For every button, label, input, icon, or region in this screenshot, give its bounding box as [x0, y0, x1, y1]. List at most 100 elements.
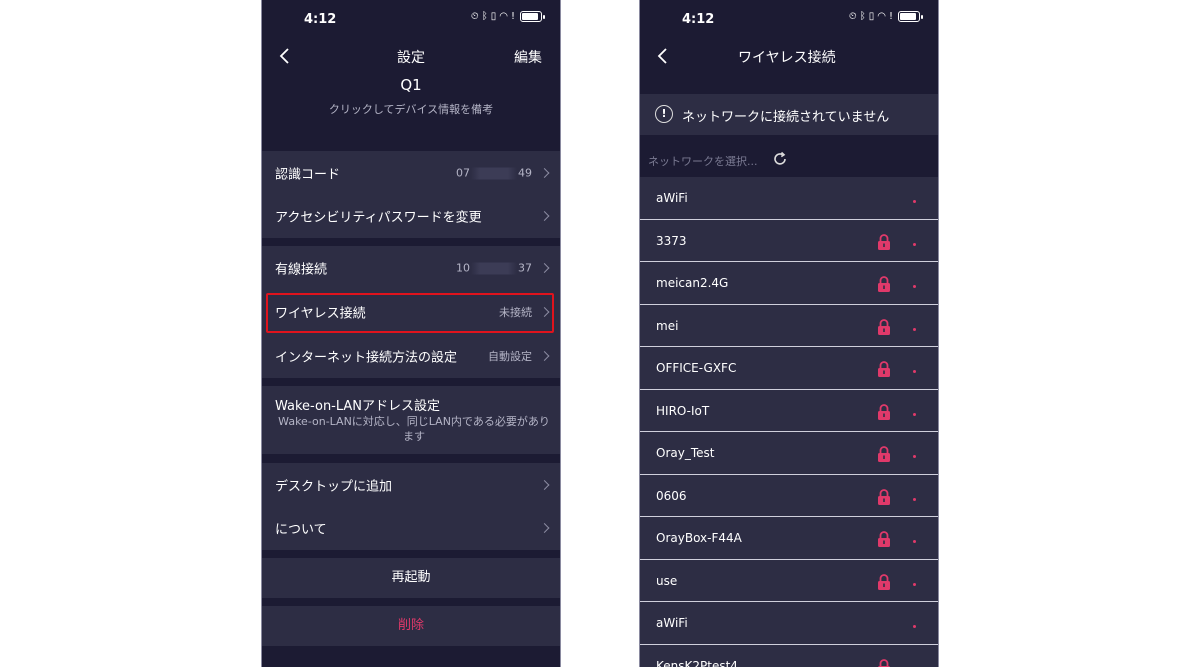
network-select-placeholder[interactable]: ネットワークを選択... [648, 153, 758, 169]
redaction-mask [471, 167, 517, 180]
internet-method-label: インターネット接続方法の設定 [275, 350, 458, 366]
network-item[interactable]: OrayBox-F44A [640, 517, 938, 560]
wireless-connection-status: 未接続 [499, 306, 532, 319]
lock-icon [878, 488, 890, 505]
network-item[interactable]: 0606 [640, 474, 938, 517]
network-ssid: OFFICE-GXFC [656, 361, 737, 375]
lock-icon [878, 318, 890, 335]
internet-method-value: 自動設定 [488, 350, 532, 363]
network-item[interactable]: OFFICE-GXFC [640, 347, 938, 390]
settings-group-network: 有線接続 10 37 ワイヤレス接続 未接続 インターネット接続方法の設定 自動設… [262, 246, 560, 378]
lock-icon [878, 446, 890, 462]
network-item[interactable]: Oray_Test [640, 432, 938, 475]
network-ssid: mei [656, 318, 679, 333]
wireless-connection-row[interactable]: ワイヤレス接続 未接続 [262, 290, 560, 334]
wired-connection-label: 有線接続 [275, 262, 328, 278]
network-item[interactable]: use [640, 559, 938, 602]
settings-group-misc: デスクトップに追加 について [262, 463, 560, 550]
signal-strength-icon [913, 497, 916, 501]
vibrate-icon: ▯ [868, 11, 875, 22]
network-select-row: ネットワークを選択... [640, 147, 938, 173]
network-ssid: use [656, 573, 678, 588]
wireless-screen: 4:12 ⏲ ᛒ ▯ ◠ ! ワイヤレス接続 ! ネットワークに接続されていませ… [639, 0, 939, 667]
wifi-icon: ◠ [877, 11, 886, 22]
refresh-icon[interactable] [771, 150, 789, 168]
wireless-connection-label: ワイヤレス接続 [275, 306, 366, 322]
add-to-desktop-label: デスクトップに追加 [275, 479, 393, 495]
network-item[interactable]: aWiFi [640, 177, 938, 220]
chevron-right-icon [539, 523, 550, 533]
vibrate-icon: ▯ [490, 11, 497, 22]
chevron-right-icon [539, 168, 550, 178]
network-ssid: 0606 [656, 488, 687, 503]
network-ssid: 3373 [656, 233, 687, 248]
signal-strength-icon [913, 327, 916, 331]
bluetooth-icon: ᛒ [481, 11, 488, 22]
speed-icon: ⏲ [470, 11, 479, 22]
battery-icon [520, 11, 545, 22]
wifi-icon: ◠ [499, 11, 508, 22]
wired-connection-row[interactable]: 有線接続 10 37 [262, 246, 560, 290]
auth-code-value: 07 49 [456, 166, 532, 180]
alert-icon: ! [510, 11, 515, 22]
status-bar: 4:12 ⏲ ᛒ ▯ ◠ ! [640, 0, 938, 40]
status-icons: ⏲ ᛒ ▯ ◠ ! [848, 11, 923, 22]
edit-button[interactable]: 編集 [514, 47, 542, 67]
device-name[interactable]: Q1 [262, 76, 560, 94]
internet-method-row[interactable]: インターネット接続方法の設定 自動設定 [262, 334, 560, 378]
nav-bar: 設定 編集 [262, 40, 560, 72]
page-title: ワイヤレス接続 [738, 50, 836, 66]
nav-bar: ワイヤレス接続 [640, 40, 938, 72]
redaction-mask [471, 262, 517, 275]
info-icon: ! [655, 105, 673, 123]
auth-code-row[interactable]: 認識コード 07 49 [262, 151, 560, 195]
lock-icon [878, 403, 890, 420]
lock-icon [878, 531, 890, 547]
chevron-right-icon [539, 307, 550, 317]
signal-strength-icon [913, 370, 916, 373]
lock-icon [878, 276, 890, 292]
network-ssid: meican2.4G [656, 276, 729, 290]
back-icon[interactable] [654, 46, 674, 66]
bluetooth-icon: ᛒ [859, 11, 866, 22]
status-bar: 4:12 ⏲ ᛒ ▯ ◠ ! [262, 0, 560, 40]
network-item[interactable]: aWiFi [640, 602, 938, 645]
delete-button[interactable]: 削除 [262, 606, 560, 646]
signal-strength-icon [913, 625, 916, 628]
speed-icon: ⏲ [848, 11, 857, 22]
status-time: 4:12 [682, 12, 715, 27]
network-ssid: aWiFi [656, 616, 688, 630]
chevron-right-icon [539, 263, 550, 273]
change-access-password-label: アクセシビリティパスワードを変更 [275, 210, 482, 226]
network-ssid: HIRO-IoT [656, 403, 710, 418]
chevron-right-icon [539, 211, 550, 221]
about-row[interactable]: について [262, 506, 560, 550]
connection-status-banner: ! ネットワークに接続されていません [640, 94, 938, 135]
network-item[interactable]: mei [640, 304, 938, 347]
lock-icon [878, 361, 890, 377]
auth-code-label: 認識コード [275, 167, 341, 183]
chevron-right-icon [539, 351, 550, 361]
battery-icon [898, 11, 923, 22]
network-item[interactable]: HIRO-IoT [640, 389, 938, 432]
network-ssid: aWiFi [656, 191, 688, 205]
wol-row[interactable]: Wake-on-LANアドレス設定 Wake-on-LANに対応し、同じLAN内… [262, 386, 560, 454]
network-ssid: Oray_Test [656, 446, 715, 460]
about-label: について [275, 522, 327, 538]
wol-description: Wake-on-LANに対応し、同じLAN内である必要があります [278, 415, 550, 443]
alert-icon: ! [888, 11, 893, 22]
add-to-desktop-row[interactable]: デスクトップに追加 [262, 463, 560, 507]
change-access-password-row[interactable]: アクセシビリティパスワードを変更 [262, 194, 560, 238]
signal-strength-icon [913, 455, 916, 458]
network-item[interactable]: KensK2Ptest4 [640, 644, 938, 667]
wired-connection-value: 10 37 [456, 261, 532, 275]
reboot-button[interactable]: 再起動 [262, 558, 560, 598]
lock-icon [878, 573, 890, 590]
network-item[interactable]: meican2.4G [640, 262, 938, 305]
network-item[interactable]: 3373 [640, 219, 938, 262]
signal-strength-icon [913, 200, 916, 203]
device-hint[interactable]: クリックしてデバイス情報を備考 [262, 101, 560, 117]
lock-icon [878, 658, 890, 667]
settings-group-security: 認識コード 07 49 アクセシビリティパスワードを変更 [262, 151, 560, 238]
settings-screen: 4:12 ⏲ ᛒ ▯ ◠ ! 設定 編集 Q1 クリックしてデバイス情報を備考 … [261, 0, 561, 667]
